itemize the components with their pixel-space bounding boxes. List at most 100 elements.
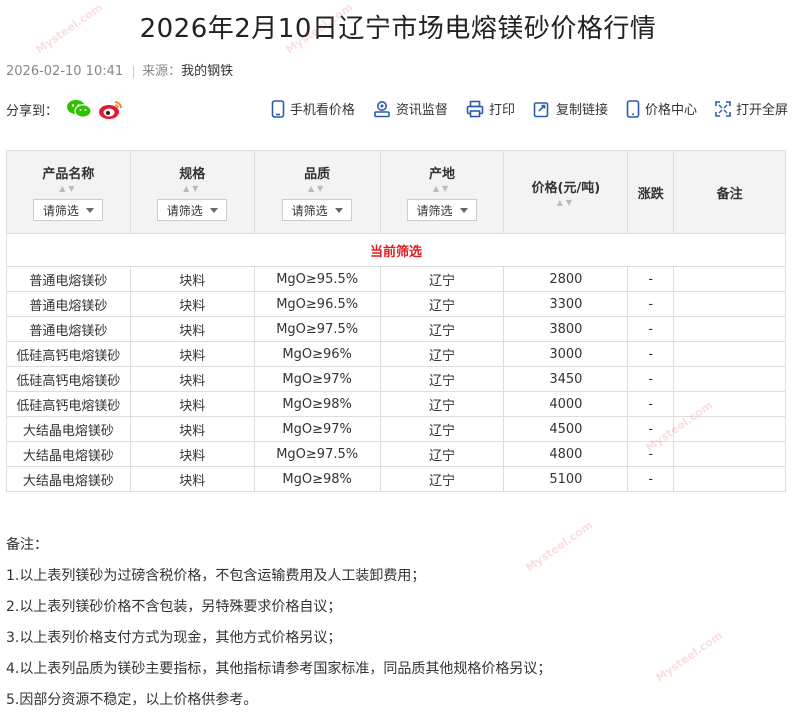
filter-dropdown-quality[interactable]: 请筛选 bbox=[282, 199, 353, 221]
cell-change: - bbox=[627, 416, 675, 442]
header-remark: 备注 bbox=[673, 150, 786, 234]
cell-change: - bbox=[627, 316, 675, 342]
mobile-price-label: 手机看价格 bbox=[289, 103, 355, 118]
source-label: 来源： bbox=[142, 64, 182, 79]
header-change: 涨跌 bbox=[627, 150, 675, 234]
sort-arrows-icon[interactable]: ▲▼ bbox=[557, 198, 575, 208]
price-center-button[interactable]: 价格中心 bbox=[626, 99, 697, 118]
fullscreen-label: 打开全屏 bbox=[735, 103, 788, 118]
cell-price: 3450 bbox=[503, 366, 629, 392]
table-body: 当前筛选 普通电熔镁砂 块料 MgO≥95.5% 辽宁 2800- 普通电熔镁砂 块料 MgO… bbox=[6, 233, 786, 492]
cell-remark bbox=[673, 291, 786, 317]
article-meta: 2026-02-10 10:41 来源：我的钢铁 bbox=[6, 60, 233, 79]
cell-spec: 块料 bbox=[129, 341, 255, 367]
article-toolbar: 手机看价格 资讯监督 打印 复制链接 价格中心 打开全屏 bbox=[253, 99, 788, 118]
cell-remark bbox=[673, 391, 786, 417]
sort-arrows-icon[interactable]: ▲▼ bbox=[433, 184, 451, 194]
sort-arrows-icon[interactable]: ▲▼ bbox=[183, 184, 201, 194]
notes-heading: 备注： bbox=[6, 537, 48, 553]
cell-name: 低硅高钙电熔镁砂 bbox=[6, 391, 131, 417]
cell-change: - bbox=[627, 391, 675, 417]
cell-remark bbox=[673, 441, 786, 467]
cell-origin: 辽宁 bbox=[379, 416, 505, 442]
cell-spec: 块料 bbox=[129, 391, 255, 417]
copy-link-button[interactable]: 复制链接 bbox=[533, 99, 608, 118]
filter-dropdown-origin[interactable]: 请筛选 bbox=[407, 199, 478, 221]
caret-down-icon bbox=[334, 207, 343, 213]
cell-price: 4800 bbox=[503, 441, 629, 467]
header-quality: 品质 ▲▼ 请筛选 bbox=[253, 150, 381, 234]
print-button[interactable]: 打印 bbox=[466, 99, 515, 118]
cell-change: - bbox=[627, 341, 675, 367]
cell-change: - bbox=[627, 291, 675, 317]
filter-label: 请筛选 bbox=[42, 203, 79, 218]
cell-spec: 块料 bbox=[129, 366, 255, 392]
table-row: 大结晶电熔镁砂 块料 MgO≥97.5% 辽宁 4800- bbox=[6, 441, 786, 467]
meta-divider bbox=[133, 65, 135, 78]
news-monitor-button[interactable]: 资讯监督 bbox=[373, 99, 448, 118]
caret-down-icon bbox=[459, 207, 468, 213]
sort-arrows-icon[interactable]: ▲▼ bbox=[59, 184, 77, 194]
cell-price: 2800 bbox=[503, 266, 629, 292]
printer-icon bbox=[466, 100, 484, 117]
phone-icon bbox=[271, 99, 285, 118]
cell-remark bbox=[673, 341, 786, 367]
fullscreen-button[interactable]: 打开全屏 bbox=[715, 99, 788, 118]
sort-arrows-icon[interactable]: ▲▼ bbox=[308, 184, 326, 194]
cell-origin: 辽宁 bbox=[379, 341, 505, 367]
filter-label: 请筛选 bbox=[416, 203, 453, 218]
watermark: Mysteel.com bbox=[653, 628, 725, 685]
cell-spec: 块料 bbox=[129, 316, 255, 342]
cell-remark bbox=[673, 266, 786, 292]
print-label: 打印 bbox=[488, 103, 515, 118]
cell-name: 大结晶电熔镁砂 bbox=[6, 416, 131, 442]
cell-price: 3300 bbox=[503, 291, 629, 317]
table-row: 低硅高钙电熔镁砂 块料 MgO≥96% 辽宁 3000- bbox=[6, 341, 786, 367]
page-title: 2026年2月10日辽宁市场电熔镁砂价格行情 bbox=[139, 14, 657, 44]
cell-remark bbox=[673, 316, 786, 342]
note-line: 3.以上表列价格支付方式为现金，其他方式价格另议； bbox=[6, 630, 342, 646]
note-line: 4.以上表列品质为镁砂主要指标，其他指标请参考国家标准，同品质其他规格价格另议； bbox=[6, 661, 552, 677]
header-price: 价格(元/吨) ▲▼ bbox=[503, 150, 629, 234]
table-row: 低硅高钙电熔镁砂 块料 MgO≥98% 辽宁 4000- bbox=[6, 391, 786, 417]
cell-price: 3000 bbox=[503, 341, 629, 367]
cell-origin: 辽宁 bbox=[379, 391, 505, 417]
cell-quality: MgO≥98% bbox=[253, 391, 381, 417]
price-table: 产品名称 ▲▼ 请筛选 规格 ▲▼ 请筛选 品质 ▲▼ 请筛选 产地 ▲▼ 请筛… bbox=[6, 150, 786, 492]
cell-origin: 辽宁 bbox=[379, 466, 505, 492]
cell-spec: 块料 bbox=[129, 416, 255, 442]
table-row: 大结晶电熔镁砂 块料 MgO≥98% 辽宁 5100- bbox=[6, 466, 786, 492]
cell-quality: MgO≥96% bbox=[253, 341, 381, 367]
header-label: 备注 bbox=[716, 186, 743, 202]
caret-down-icon bbox=[209, 207, 218, 213]
header-product-name: 产品名称 ▲▼ 请筛选 bbox=[6, 150, 131, 234]
cell-origin: 辽宁 bbox=[379, 316, 505, 342]
weibo-icon[interactable] bbox=[98, 99, 123, 119]
cell-change: - bbox=[627, 366, 675, 392]
cell-name: 大结晶电熔镁砂 bbox=[6, 441, 131, 467]
filter-dropdown-name[interactable]: 请筛选 bbox=[33, 199, 104, 221]
header-label: 品质 bbox=[304, 167, 331, 182]
filter-dropdown-spec[interactable]: 请筛选 bbox=[157, 199, 228, 221]
header-spec: 规格 ▲▼ 请筛选 bbox=[129, 150, 255, 234]
cell-name: 低硅高钙电熔镁砂 bbox=[6, 366, 131, 392]
cell-spec: 块料 bbox=[129, 466, 255, 492]
cell-change: - bbox=[627, 466, 675, 492]
wechat-icon[interactable] bbox=[66, 99, 92, 119]
publish-date: 2026-02-10 10:41 bbox=[6, 64, 124, 79]
filter-label: 请筛选 bbox=[166, 203, 203, 218]
header-label: 价格(元/吨) bbox=[531, 180, 601, 196]
header-origin: 产地 ▲▼ 请筛选 bbox=[379, 150, 505, 234]
table-row: 普通电熔镁砂 块料 MgO≥95.5% 辽宁 2800- bbox=[6, 266, 786, 292]
price-center-label: 价格中心 bbox=[644, 103, 697, 118]
cell-quality: MgO≥97% bbox=[253, 416, 381, 442]
filter-label: 请筛选 bbox=[291, 203, 328, 218]
price-center-icon bbox=[626, 99, 640, 118]
note-line: 5.因部分资源不稳定，以上价格供参考。 bbox=[6, 692, 258, 708]
cell-price: 4500 bbox=[503, 416, 629, 442]
header-label: 产品名称 bbox=[42, 167, 95, 182]
note-line: 1.以上表列镁砂为过磅含税价格，不包含运输费用及人工装卸费用； bbox=[6, 568, 426, 584]
source-value[interactable]: 我的钢铁 bbox=[181, 64, 233, 79]
header-label: 涨跌 bbox=[637, 186, 664, 202]
mobile-price-button[interactable]: 手机看价格 bbox=[271, 99, 355, 118]
